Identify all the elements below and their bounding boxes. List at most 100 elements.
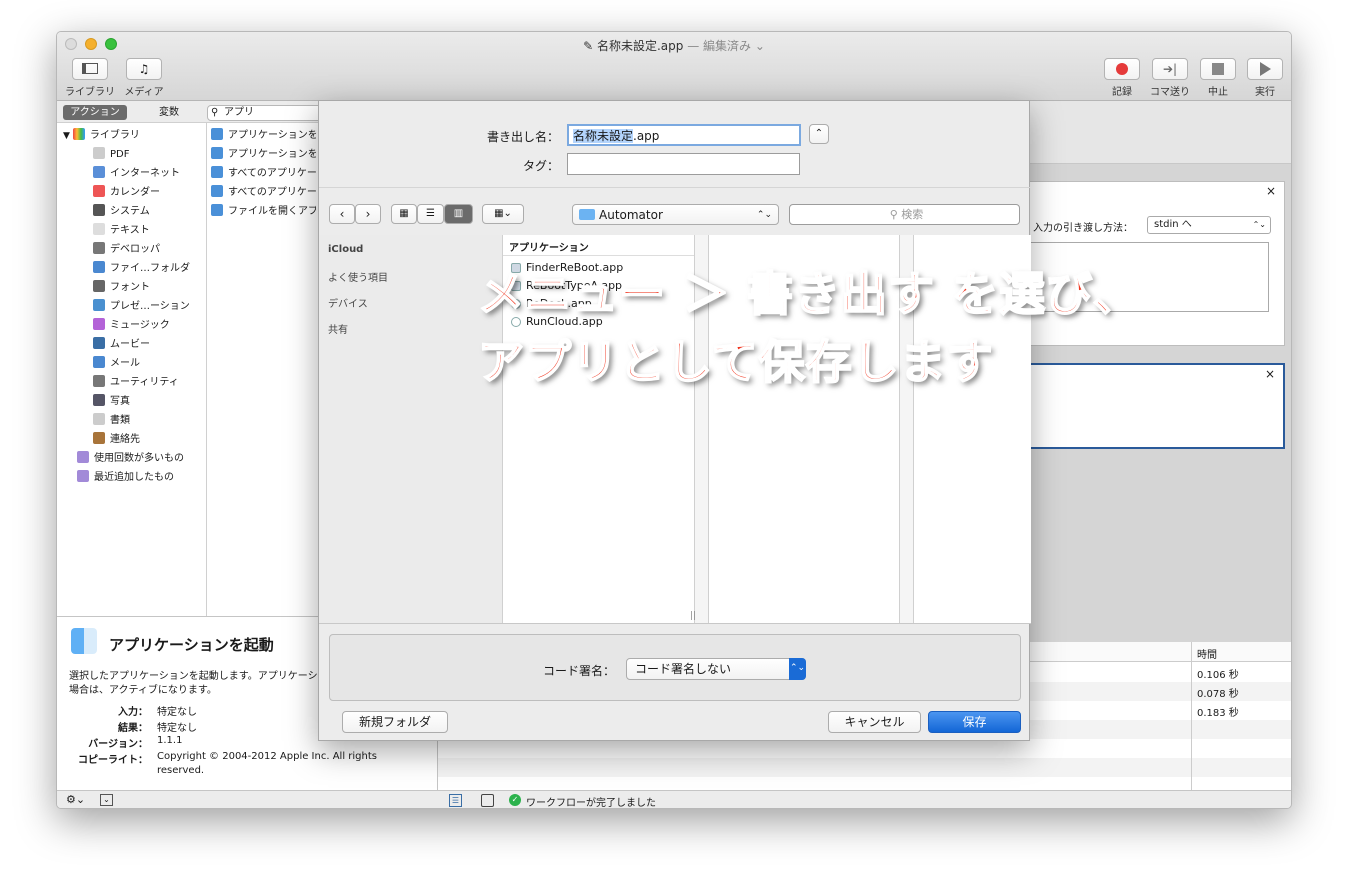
step-icon: ➔|: [1162, 62, 1178, 76]
action-card-selected[interactable]: ×: [1028, 363, 1285, 449]
library-item[interactable]: 書類: [93, 411, 130, 430]
variables-icon[interactable]: [481, 794, 494, 807]
copyright-value-2: reserved.: [157, 765, 205, 776]
library-item[interactable]: フォント: [93, 278, 150, 297]
annotation-line-2: アプリとして保存します: [477, 334, 994, 390]
library-item[interactable]: インターネット: [93, 164, 180, 183]
search-icon: ⚲: [211, 107, 219, 118]
action-item[interactable]: すべてのアプリケー: [211, 164, 316, 183]
category-icon: [93, 185, 105, 197]
save-button[interactable]: 保存: [928, 711, 1021, 733]
forward-button[interactable]: ›: [355, 204, 381, 224]
code-sign-popup[interactable]: コード署名しない ⌃⌄: [626, 658, 806, 680]
gear-icon[interactable]: ⚙⌄: [66, 793, 85, 806]
category-icon: [93, 318, 105, 330]
version-label: バージョン：: [88, 739, 148, 750]
library-item[interactable]: 連絡先: [93, 430, 140, 449]
column-view-button[interactable]: ▥: [444, 204, 473, 224]
action-item[interactable]: アプリケーションを: [211, 126, 316, 145]
record-button[interactable]: [1104, 58, 1140, 80]
finder-sidebar: iCloud よく使う項目 デバイス 共有: [319, 235, 503, 623]
close-icon[interactable]: ×: [1266, 184, 1276, 198]
finder-icon: [211, 128, 223, 140]
finder-search-input[interactable]: ⚲ 検索: [789, 204, 1020, 225]
icon-view-button[interactable]: ▦: [391, 204, 417, 224]
collapse-button[interactable]: ⌃: [809, 124, 829, 144]
grid-icon: ▦: [399, 208, 409, 219]
library-item[interactable]: 写真: [93, 392, 130, 411]
tag-field[interactable]: [567, 153, 800, 175]
time-column-header[interactable]: 時間: [1197, 646, 1217, 661]
library-item[interactable]: ファイ…フォルダ: [93, 259, 190, 278]
export-name-field[interactable]: 名称未設定.app: [567, 124, 801, 146]
library-item[interactable]: カレンダー: [93, 183, 160, 202]
finder-icon: [211, 204, 223, 216]
library-item[interactable]: PDF: [93, 145, 129, 164]
pass-input-select[interactable]: stdin へ ⌃⌄: [1147, 216, 1271, 234]
back-button[interactable]: ‹: [329, 204, 355, 224]
stop-button[interactable]: [1200, 58, 1236, 80]
library-label: ライブラリ: [65, 87, 115, 98]
tab-actions[interactable]: アクション: [63, 105, 127, 120]
sidebar-item-shared[interactable]: 共有: [328, 321, 348, 336]
accessory-panel: コード署名： コード署名しない ⌃⌄: [329, 634, 1021, 701]
location-popup[interactable]: Automator ⌃⌄: [572, 204, 779, 225]
library-root[interactable]: ▼ ライブラリ: [63, 126, 140, 145]
library-item[interactable]: システム: [93, 202, 150, 221]
sidebar-item-icloud[interactable]: iCloud: [328, 244, 363, 255]
close-icon[interactable]: ×: [1265, 367, 1275, 381]
category-icon: [93, 413, 105, 425]
chevron-up-icon: ⌃: [814, 128, 824, 139]
library-item[interactable]: ムービー: [93, 335, 150, 354]
media-icon: ♫: [138, 62, 150, 76]
library-button[interactable]: [72, 58, 108, 80]
sidebar-item-devices[interactable]: デバイス: [328, 295, 368, 310]
step-button[interactable]: ➔|: [1152, 58, 1188, 80]
library-icon: [82, 63, 98, 74]
action-item[interactable]: ファイルを開くアプ: [211, 202, 316, 221]
record-label: 記録: [1112, 87, 1132, 98]
action-item[interactable]: アプリケーションを: [211, 145, 316, 164]
category-icon: [93, 394, 105, 406]
action-search-input[interactable]: ⚲ アプリ: [207, 105, 327, 121]
columns-icon: ▥: [453, 208, 464, 219]
category-icon: [93, 375, 105, 387]
description-toggle-icon[interactable]: ⌄: [100, 794, 113, 806]
titlebar: ✎ 名称未設定.app — 編集済み ⌄ ライブラリ ♫ メディア 記録 ➔| …: [57, 32, 1291, 101]
smart-group-item[interactable]: 最近追加したもの: [77, 468, 174, 487]
sidebar-item-favorites[interactable]: よく使う項目: [328, 269, 388, 284]
list-view-button[interactable]: ☰: [417, 204, 444, 224]
smart-group-item[interactable]: 使用回数が多いもの: [77, 449, 184, 468]
smart-folder-icon: [77, 470, 89, 482]
library-item[interactable]: テキスト: [93, 221, 150, 240]
library-item[interactable]: デベロッパ: [93, 240, 160, 259]
tab-variables[interactable]: 変数: [137, 105, 201, 120]
copyright-label: コピーライト：: [78, 755, 148, 766]
library-item[interactable]: メール: [93, 354, 140, 373]
action-title: アプリケーションを起動: [109, 636, 274, 654]
finder-icon: [71, 628, 97, 654]
cancel-button[interactable]: キャンセル: [828, 711, 921, 733]
updown-icon: ⌃⌄: [789, 658, 806, 680]
media-button[interactable]: ♫: [126, 58, 162, 80]
tag-label: タグ：: [522, 159, 559, 173]
category-icon: [93, 299, 105, 311]
status-text: ワークフローが完了しました: [526, 798, 656, 809]
window-title: ✎ 名称未設定.app — 編集済み ⌄: [583, 39, 765, 53]
run-label: 実行: [1255, 87, 1275, 98]
library-item[interactable]: ユーティリティ: [93, 373, 179, 392]
category-icon: [93, 242, 105, 254]
folder-icon: [579, 209, 595, 220]
play-icon: [1259, 62, 1271, 76]
new-folder-button[interactable]: 新規フォルダ: [342, 711, 448, 733]
category-icon: [93, 166, 105, 178]
export-sheet: 書き出し名： 名称未設定.app ⌃ タグ： ‹ › ▦ ☰ ▥ ▦⌄ Auto…: [318, 100, 1031, 741]
updown-icon: ⌃⌄: [756, 210, 772, 220]
library-item[interactable]: プレゼ…ーション: [93, 297, 190, 316]
arrange-icon: ▦⌄: [494, 208, 512, 219]
log-list-icon[interactable]: ☰: [449, 794, 462, 807]
arrange-button[interactable]: ▦⌄: [482, 204, 524, 224]
run-button[interactable]: [1247, 58, 1283, 80]
library-item[interactable]: ミュージック: [93, 316, 170, 335]
action-item[interactable]: すべてのアプリケー: [211, 183, 316, 202]
